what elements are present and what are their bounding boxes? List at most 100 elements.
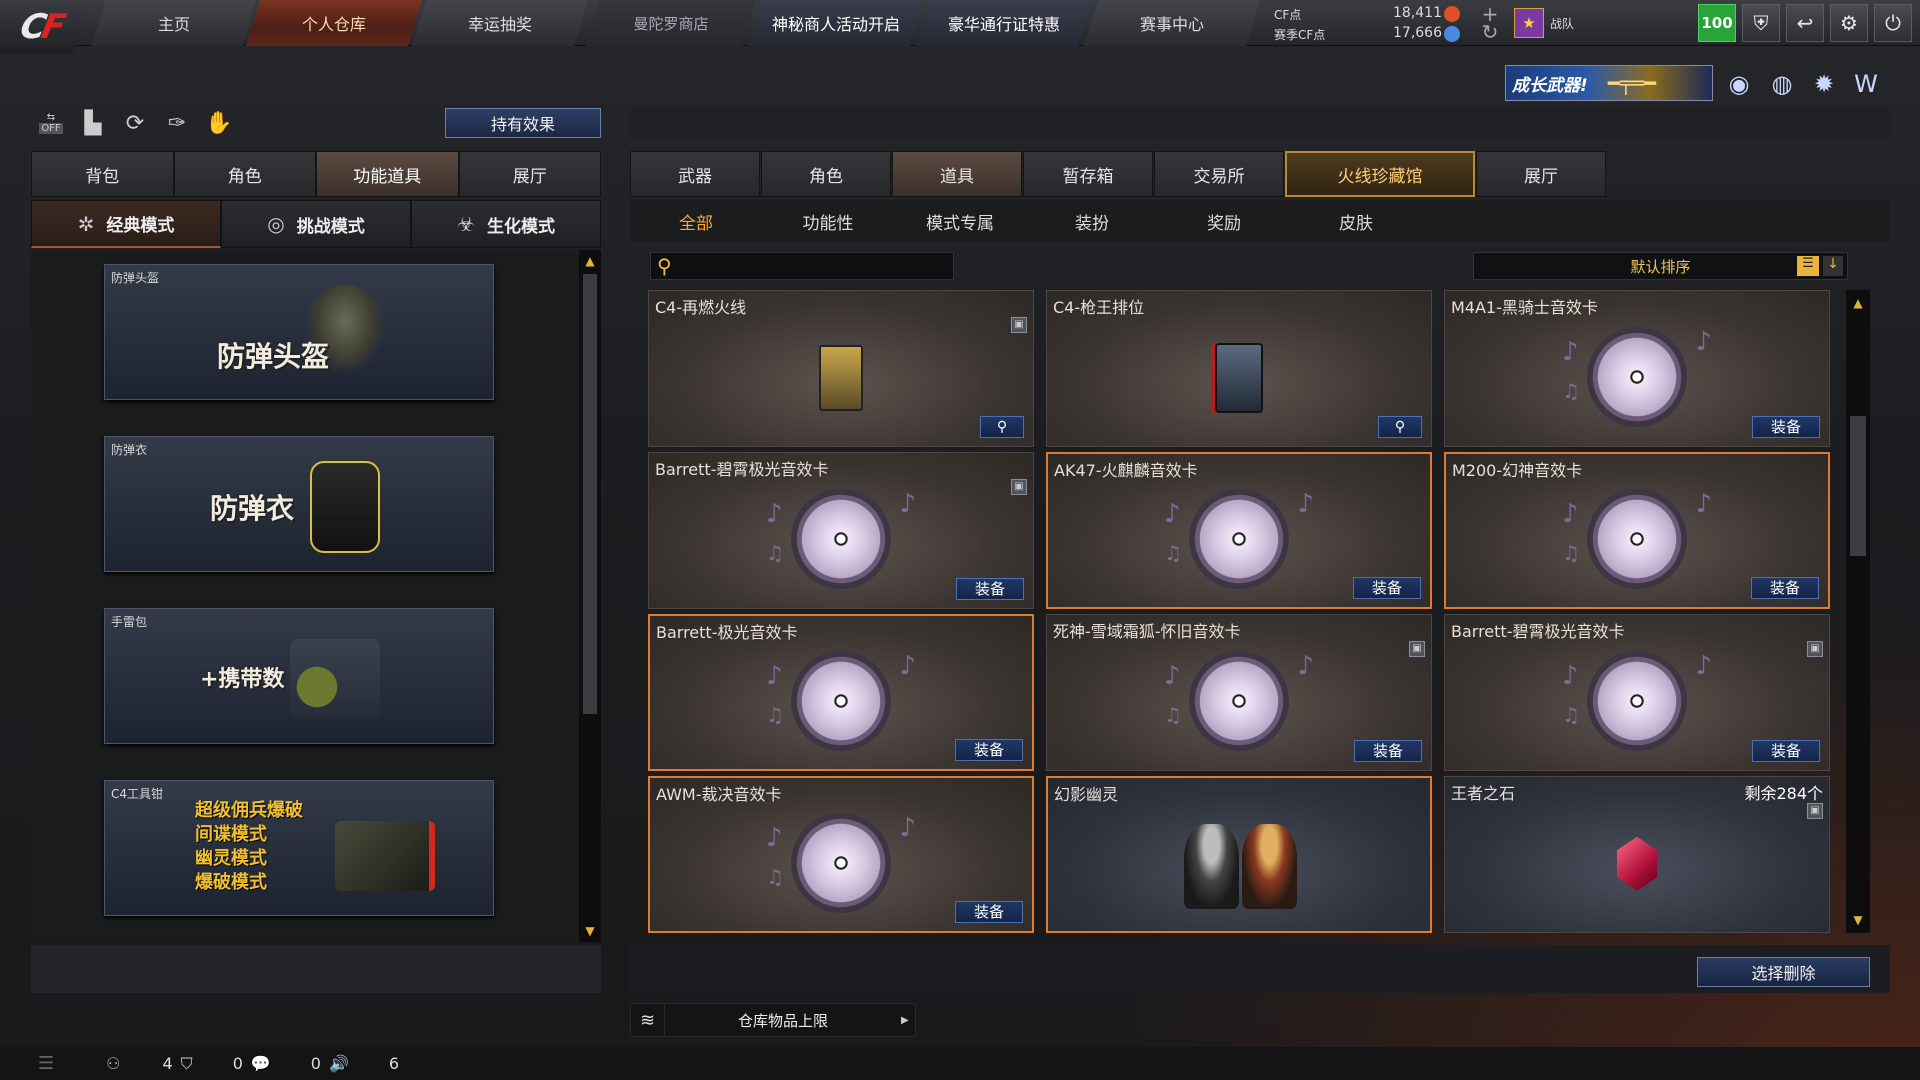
lock-icon[interactable]: ▣ xyxy=(1011,317,1027,333)
item-title: AK47-火麒麟音效卡 xyxy=(1054,461,1198,480)
item-card[interactable]: C4-再燃火线 ▣ ⚲ xyxy=(648,290,1034,447)
power-icon[interactable]: ⏻ xyxy=(1874,4,1912,42)
subtab-mode-exclusive[interactable]: 模式专属 xyxy=(894,200,1026,242)
nav-lucky-draw[interactable]: 幸运抽奖 xyxy=(412,0,588,46)
search-input[interactable]: ⚲ xyxy=(650,252,954,280)
lock-icon[interactable]: ▣ xyxy=(1011,479,1027,495)
list-item-helmet[interactable]: 防弹头盔 防弹头盔 xyxy=(104,264,494,400)
glove-icon[interactable]: ✋ xyxy=(204,108,234,138)
item-card[interactable]: C4-枪王排位 ⚲ xyxy=(1046,290,1432,447)
refresh-icon[interactable]: ⟳ xyxy=(120,108,150,138)
equip-button[interactable]: 装备 xyxy=(1752,740,1820,762)
mode-challenge[interactable]: ◎ 挑战模式 xyxy=(221,200,411,248)
tab-right-showroom[interactable]: 展厅 xyxy=(1476,151,1606,197)
search-icon: ⚲ xyxy=(996,419,1008,435)
nav-personal-warehouse[interactable]: 个人仓库 xyxy=(246,0,422,46)
nav-mystery-merchant[interactable]: 神秘商人活动开启 xyxy=(748,0,924,46)
tab-characters[interactable]: 角色 xyxy=(761,151,891,197)
item-card[interactable]: Barrett-碧霄极光音效卡 ▣ ♪ ♫ ♪ 装备 xyxy=(1444,614,1830,771)
right-scrollbar[interactable]: ▲ ▼ xyxy=(1846,290,1870,933)
clan-emblem-icon[interactable]: ★ xyxy=(1514,8,1544,38)
right-scroll-thumb[interactable] xyxy=(1850,416,1866,556)
tab-weapons[interactable]: 武器 xyxy=(630,151,760,197)
chat-icon[interactable]: 💬 xyxy=(251,1054,271,1073)
expand-arrow-icon[interactable]: ▶ xyxy=(901,1015,915,1026)
equip-button[interactable]: 装备 xyxy=(956,578,1024,600)
rank-v-icon[interactable]: ◉ xyxy=(1723,68,1755,100)
item-card[interactable]: M200-幻神音效卡 ♪ ♫ ♪ 装备 xyxy=(1444,452,1830,609)
tab-items[interactable]: 道具 xyxy=(892,151,1022,197)
subtab-all[interactable]: 全部 xyxy=(630,200,762,242)
capacity-bar[interactable]: ≋ 仓库物品上限 ▶ xyxy=(630,1003,916,1037)
item-card[interactable]: M4A1-黑骑士音效卡 ♪ ♫ ♪ 装备 xyxy=(1444,290,1830,447)
lock-icon[interactable]: ▣ xyxy=(1409,641,1425,657)
equip-button[interactable]: 装备 xyxy=(1752,416,1820,438)
grow-weapon-banner[interactable]: 成长武器! ━╤═━ xyxy=(1505,65,1713,101)
item-card[interactable]: AK47-火麒麟音效卡 ♪ ♫ ♪ 装备 xyxy=(1046,452,1432,609)
scroll-down-icon[interactable]: ▼ xyxy=(1851,913,1865,927)
list-item-grenade-pack[interactable]: 手雷包 +携带数 xyxy=(104,608,494,744)
spray-icon[interactable]: ✑ xyxy=(162,108,192,138)
item-card[interactable]: AWM-裁决音效卡 ♪ ♫ ♪ 装备 xyxy=(648,776,1034,933)
item-card[interactable]: Barrett-碧霄极光音效卡 ▣ ♪ ♫ ♪ 装备 xyxy=(648,452,1034,609)
menu-icon[interactable]: ☰ xyxy=(38,1053,54,1074)
tab-storage-box[interactable]: 暂存箱 xyxy=(1023,151,1153,197)
tab-character[interactable]: 角色 xyxy=(173,151,316,197)
status-count-4: 6 xyxy=(388,1054,400,1073)
tab-showroom[interactable]: 展厅 xyxy=(458,151,601,197)
inspect-button[interactable]: ⚲ xyxy=(980,416,1024,438)
inspect-button[interactable]: ⚲ xyxy=(1378,416,1422,438)
equip-button[interactable]: 装备 xyxy=(1354,740,1422,762)
off-toggle-icon[interactable]: ⇆ OFF xyxy=(36,108,66,138)
sort-order-icon[interactable]: ↓ xyxy=(1823,256,1843,276)
hold-effect-button[interactable]: 持有效果 xyxy=(445,108,601,138)
list-item-c4-pliers[interactable]: C4工具钳 超级佣兵爆破 间谍模式 幽灵模式 爆破模式 xyxy=(104,780,494,916)
return-icon[interactable]: ↩ xyxy=(1786,4,1824,42)
scroll-up-icon[interactable]: ▲ xyxy=(1851,296,1865,310)
mode-classic[interactable]: ✲ 经典模式 xyxy=(31,200,221,248)
item-card[interactable]: Barrett-极光音效卡 ♪ ♫ ♪ 装备 xyxy=(648,614,1034,771)
friends-icon[interactable]: ⚇ xyxy=(106,1054,120,1073)
mode-zombie[interactable]: ☣ 生化模式 xyxy=(411,200,601,248)
scroll-down-icon[interactable]: ▼ xyxy=(583,924,597,938)
nav-luxury-pass[interactable]: 豪华通行证特惠 xyxy=(916,0,1092,46)
equip-button[interactable]: 装备 xyxy=(955,901,1023,923)
shield-icon[interactable]: ⛨ xyxy=(1742,4,1780,42)
shield-status-icon[interactable]: ⛉ xyxy=(181,1054,193,1074)
gear-icon[interactable]: ⚙ xyxy=(1830,4,1868,42)
tab-exchange[interactable]: 交易所 xyxy=(1154,151,1284,197)
wings-icon[interactable]: W xyxy=(1850,68,1882,100)
subtab-skins[interactable]: 皮肤 xyxy=(1290,200,1422,242)
item-card[interactable]: 王者之石 剩余284个 ▣ xyxy=(1444,776,1830,933)
select-delete-button[interactable]: 选择删除 xyxy=(1697,957,1870,987)
lock-icon[interactable]: ▣ xyxy=(1807,803,1823,819)
stats-icon[interactable]: ▙ xyxy=(78,108,108,138)
list-view-icon[interactable]: ☰ xyxy=(1797,256,1819,276)
recharge-plus-icon[interactable]: + ↻ xyxy=(1478,4,1502,42)
item-card[interactable]: 幻影幽灵 xyxy=(1046,776,1432,933)
sort-dropdown[interactable]: 默认排序 ☰ ↓ xyxy=(1473,252,1848,280)
badge-icon[interactable]: ✹ xyxy=(1808,68,1840,100)
globe-icon[interactable]: ◍ xyxy=(1766,68,1798,100)
nav-mandala-shop[interactable]: 曼陀罗商店 xyxy=(586,0,756,46)
tab-functional-items[interactable]: 功能道具 xyxy=(316,151,459,197)
subtab-costume[interactable]: 装扮 xyxy=(1026,200,1158,242)
equip-button[interactable]: 装备 xyxy=(1751,577,1819,599)
left-scroll-thumb[interactable] xyxy=(583,274,597,714)
lock-icon[interactable]: ▣ xyxy=(1807,641,1823,657)
tab-collection-hall[interactable]: 火线珍藏馆 xyxy=(1285,151,1475,197)
nav-home[interactable]: 主页 xyxy=(92,0,256,46)
list-item-vest[interactable]: 防弹衣 防弹衣 xyxy=(104,436,494,572)
cf-logo[interactable]: CF xyxy=(0,0,92,54)
subtab-functional[interactable]: 功能性 xyxy=(762,200,894,242)
item-card[interactable]: 死神-雪域霜狐-怀旧音效卡 ▣ ♪ ♫ ♪ 装备 xyxy=(1046,614,1432,771)
equip-button[interactable]: 装备 xyxy=(1353,577,1421,599)
equip-button[interactable]: 装备 xyxy=(955,739,1023,761)
scroll-up-icon[interactable]: ▲ xyxy=(583,254,597,268)
left-scrollbar[interactable]: ▲ ▼ xyxy=(579,250,601,942)
c4-mode-line: 爆破模式 xyxy=(195,872,267,893)
subtab-rewards[interactable]: 奖励 xyxy=(1158,200,1290,242)
tab-backpack[interactable]: 背包 xyxy=(31,151,174,197)
speaker-icon[interactable]: 🔊 xyxy=(329,1054,349,1073)
nav-event-center[interactable]: 赛事中心 xyxy=(1084,0,1260,46)
